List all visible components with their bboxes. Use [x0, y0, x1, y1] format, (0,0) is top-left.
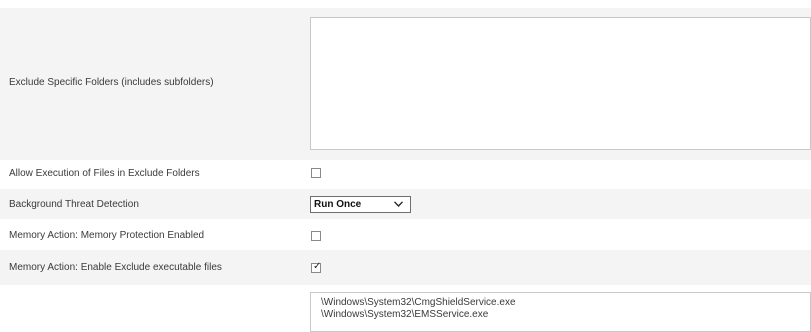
excluded-executable-entry: \Windows\System32\EMSService.exe — [321, 309, 489, 320]
exclude-folders-textarea[interactable] — [310, 17, 811, 150]
background-detection-select[interactable]: Run Once — [310, 196, 411, 213]
background-detection-selected-value: Run Once — [314, 199, 362, 210]
exclude-folders-row: Exclude Specific Folders (includes subfo… — [0, 8, 811, 160]
policy-settings-form: Exclude Specific Folders (includes subfo… — [0, 0, 811, 332]
chevron-down-icon — [394, 201, 403, 207]
checkmark-icon: ✓ — [313, 261, 322, 272]
excluded-executables-textarea[interactable]: \Windows\System32\CmgShieldService.exe \… — [310, 292, 811, 332]
memory-protection-label: Memory Action: Memory Protection Enabled — [9, 230, 205, 241]
background-detection-row: Background Threat Detection Run Once — [0, 189, 811, 219]
allow-execution-row: Allow Execution of Files in Exclude Fold… — [0, 160, 811, 189]
exclude-executables-checkbox[interactable]: ✓ — [311, 261, 322, 273]
allow-execution-checkbox[interactable] — [311, 168, 321, 178]
background-detection-label: Background Threat Detection — [9, 199, 139, 210]
excluded-executable-entry: \Windows\System32\CmgShieldService.exe — [321, 297, 516, 308]
memory-protection-checkbox[interactable] — [311, 231, 321, 241]
exclude-executables-label: Memory Action: Enable Exclude executable… — [9, 262, 222, 273]
excluded-executables-row: \Windows\System32\CmgShieldService.exe \… — [0, 285, 811, 332]
exclude-folders-label: Exclude Specific Folders (includes subfo… — [9, 77, 214, 88]
allow-execution-label: Allow Execution of Files in Exclude Fold… — [9, 168, 200, 179]
exclude-executables-row: Memory Action: Enable Exclude executable… — [0, 250, 811, 285]
memory-protection-row: Memory Action: Memory Protection Enabled — [0, 219, 811, 250]
